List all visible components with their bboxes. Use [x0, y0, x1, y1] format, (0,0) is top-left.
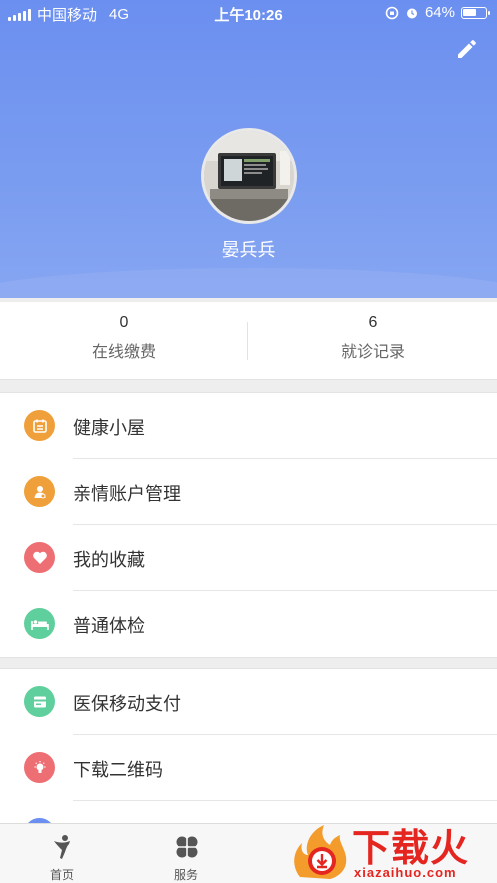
stat-value: 6 [368, 314, 378, 331]
menu-item-favorites[interactable]: 我的收藏 [0, 525, 497, 591]
heart-icon [24, 542, 55, 573]
watermark-text: 下载火 [352, 828, 470, 870]
battery-icon [461, 6, 490, 19]
stat-value: 0 [119, 314, 129, 331]
rotation-lock-icon [385, 6, 399, 19]
stat-label: 在线缴费 [91, 344, 156, 361]
watermark-url: xiazaihuo.com [354, 865, 457, 880]
stats-panel: 0 在线缴费 6 就诊记录 [0, 302, 497, 380]
person-icon [54, 835, 70, 859]
menu-item-insurance-pay[interactable]: 医保移动支付 [0, 669, 497, 735]
tab-label: 首页 [49, 868, 74, 882]
menu-item-label: 我的收藏 [73, 550, 145, 570]
menu-item-label: 下载二维码 [73, 760, 163, 780]
bed-icon [24, 608, 55, 639]
grid-icon [176, 836, 198, 858]
alarm-icon [406, 8, 417, 18]
stat-online-payment[interactable]: 0 在线缴费 [0, 302, 248, 380]
header-wave [0, 268, 497, 298]
edit-icon[interactable] [455, 37, 479, 61]
menu-item-download-qr[interactable]: 下载二维码 [0, 735, 497, 801]
card-icon [24, 686, 55, 717]
tab-services[interactable]: 服务 [124, 824, 248, 883]
tab-label: 服务 [173, 868, 198, 882]
watermark-logo: 下载火 xiazaihuo.com [290, 815, 497, 883]
menu-item-label: 普通体检 [73, 616, 145, 636]
bulb-icon [24, 752, 55, 783]
user-name: 晏兵兵 [221, 240, 276, 260]
menu-item-family-accounts[interactable]: 亲情账户管理 [0, 459, 497, 525]
menu-item-health-hut[interactable]: 健康小屋 [0, 393, 497, 459]
status-bar: 中国移动 4G 上午10:26 64% [0, 0, 497, 26]
menu-item-label: 健康小屋 [73, 418, 145, 438]
battery-percent: 64% [424, 4, 455, 21]
stat-label: 就诊记录 [340, 344, 405, 361]
avatar-photo [204, 131, 294, 221]
menu-item-checkup[interactable]: 普通体检 [0, 591, 497, 657]
family-icon [24, 476, 55, 507]
tab-home[interactable]: 首页 [0, 824, 124, 883]
calendar-icon [24, 410, 55, 441]
stat-visit-records[interactable]: 6 就诊记录 [249, 302, 497, 380]
menu-item-label: 医保移动支付 [73, 694, 181, 714]
menu-item-label: 亲情账户管理 [73, 484, 181, 504]
flame-logo-icon [294, 825, 347, 879]
stat-divider [247, 322, 248, 360]
menu-group-1: 健康小屋 亲情账户管理 我的收藏 普通体检 [0, 392, 497, 658]
avatar[interactable] [201, 128, 297, 224]
menu-group-2: 医保移动支付 下载二维码 [0, 668, 497, 828]
